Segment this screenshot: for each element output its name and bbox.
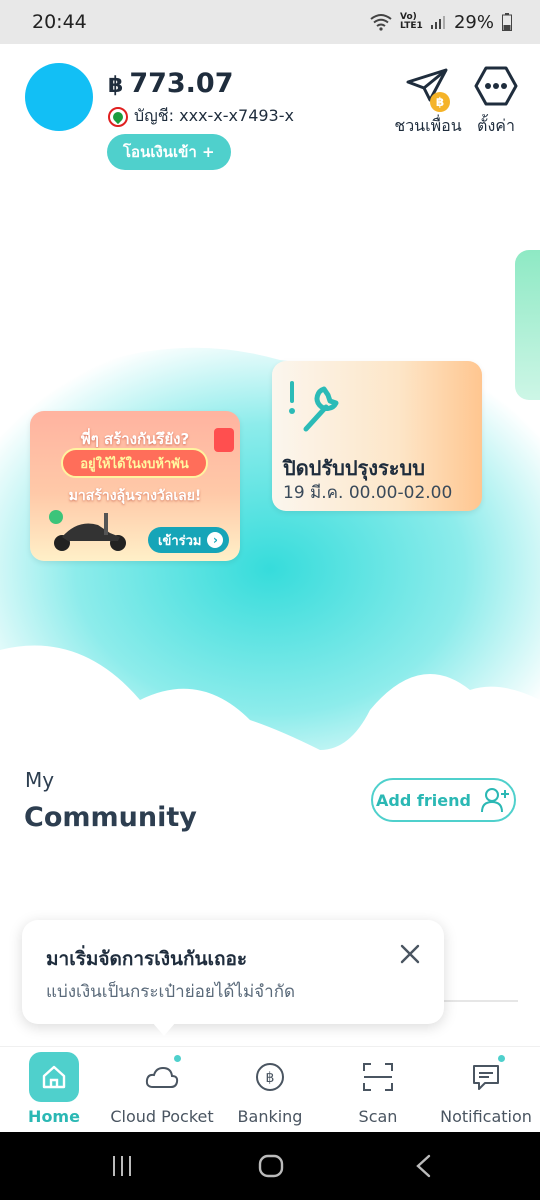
nav-home-label: Home [28,1107,80,1126]
svg-text:฿: ฿ [266,1070,275,1086]
close-icon[interactable] [398,942,422,966]
signal-icon [430,16,445,29]
nav-banking[interactable]: ฿ Banking [216,1047,324,1133]
battery-percent: 29% [453,11,494,33]
promo-badge-icon [214,428,234,452]
more-hexagon-icon [474,66,518,106]
nav-notification-label: Notification [440,1107,532,1126]
settings-label: ตั้งค่า [477,116,515,135]
promo-join-label: เข้าร่วม [158,533,202,549]
promo-join-button[interactable]: เข้าร่วม › [148,527,230,553]
recent-apps-icon[interactable] [110,1154,134,1178]
bottom-nav: Home Cloud Pocket ฿ Banking Scan Notific… [0,1046,540,1132]
nav-home[interactable]: Home [0,1047,108,1133]
status-time: 20:44 [32,11,87,33]
add-friend-button[interactable]: Add friend [371,778,516,822]
nav-banking-label: Banking [237,1107,303,1126]
tooltip-title: มาเริ่มจัดการเงินกันเถอะ [46,948,248,970]
onboarding-tooltip: มาเริ่มจัดการเงินกันเถอะ แบ่งเงินเป็นกระ… [22,920,444,1036]
balance-amount: 773.07 [129,68,234,99]
cloud-pocket-badge [172,1053,183,1064]
battery-icon [502,13,512,31]
network-label: Vo) LTE1 [399,12,423,31]
currency-symbol: ฿ [108,73,124,98]
nav-cloud-pocket-label: Cloud Pocket [110,1107,214,1126]
chevron-right-icon: › [207,532,224,548]
account-label: บัญชี: xxx-x-x7493-x [134,106,294,125]
nav-scan-label: Scan [358,1107,398,1126]
nav-cloud-pocket[interactable]: Cloud Pocket [108,1047,216,1133]
notification-badge [496,1053,507,1064]
home-icon [42,1065,66,1089]
promo-pill: อยู่ให้ได้ในงบห้าพัน [61,448,208,478]
scan-icon [363,1063,393,1091]
tooltip-subtitle: แบ่งเงินเป็นกระเป๋าย่อยได้ไม่จำกัด [46,982,296,1002]
nav-notification[interactable]: Notification [432,1047,540,1133]
divider [440,1000,518,1002]
account-number: บัญชี: xxx-x-x7493-x [108,104,294,129]
balance: ฿ 773.07 [108,68,234,99]
community-title: Community [24,802,197,833]
wrench-icon [289,381,339,432]
invite-friend-button[interactable]: ฿ ชวนเพื่อน [392,62,464,139]
settings-button[interactable]: ตั้งค่า [470,62,522,139]
add-friend-label: Add friend [376,790,471,810]
chat-icon [473,1065,499,1090]
invite-label: ชวนเพื่อน [394,116,462,135]
transfer-in-button[interactable]: โอนเงินเข้า + [107,134,231,170]
baht-icon: ฿ [256,1063,284,1091]
back-icon[interactable] [414,1154,434,1178]
bank-logo-icon [108,106,128,127]
home-button-icon[interactable] [258,1154,284,1178]
side-card-peek[interactable] [515,250,540,400]
nav-scan[interactable]: Scan [324,1047,432,1133]
cloud-icon [145,1066,179,1088]
status-bar: 20:44 Vo) LTE1 29% [0,0,540,44]
wifi-icon [370,14,392,31]
promo-banner-card[interactable]: พี่ๆ สร้างกันรึยัง? อยู่ให้ได้ในงบห้าพัน… [30,411,240,561]
system-nav-bar [0,1132,540,1200]
promo-subtitle: มาสร้างลุ้นรางวัลเลย! [68,488,202,504]
maintenance-card[interactable]: ปิดปรับปรุงระบบ 19 มี.ค. 00.00-02.00 [272,361,482,511]
avatar[interactable] [25,63,93,131]
baht-badge-icon: ฿ [430,92,450,112]
maintenance-time: 19 มี.ค. 00.00-02.00 [283,483,453,503]
my-label: My [25,768,55,792]
scooter-icon [49,510,126,551]
add-person-icon [480,788,509,813]
status-icons: Vo) LTE1 29% [370,12,512,33]
